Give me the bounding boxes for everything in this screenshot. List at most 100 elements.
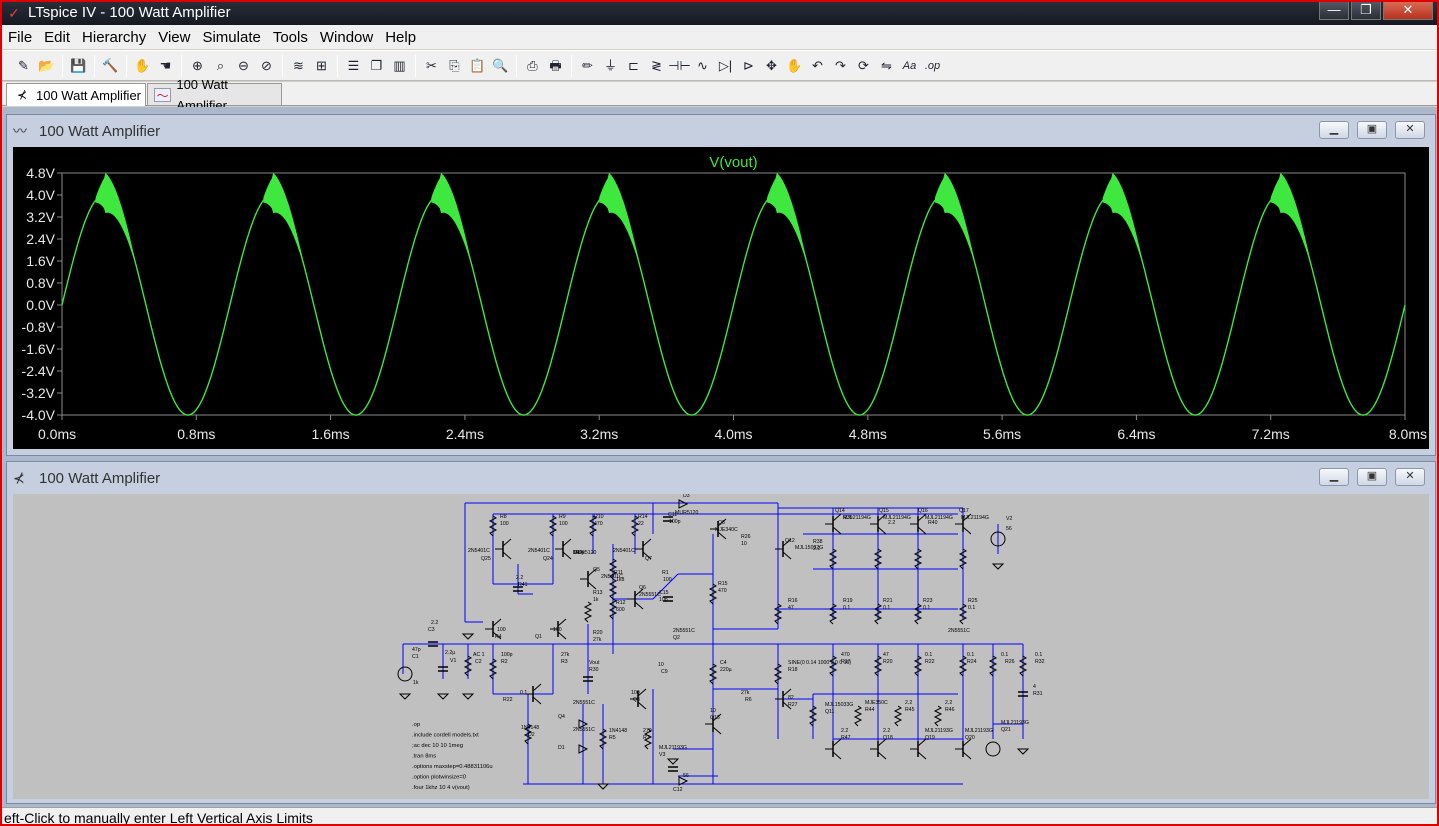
waveform-window-titlebar[interactable]: 〰 100 Watt Amplifier: [7, 115, 1435, 147]
component-label[interactable]: Q3: [633, 697, 640, 703]
component-label[interactable]: R39: [843, 515, 853, 521]
component-label[interactable]: 2.2: [905, 700, 912, 706]
component-label[interactable]: Q2: [673, 635, 680, 641]
component-icon[interactable]: ⊳: [737, 55, 760, 77]
component-label[interactable]: Q6: [639, 585, 646, 591]
open-icon[interactable]: 📂: [35, 55, 58, 77]
component-label[interactable]: 2.2: [841, 728, 848, 734]
schematic-window-titlebar[interactable]: ⊀ 100 Watt Amplifier: [7, 462, 1435, 494]
component-label[interactable]: Q5: [593, 567, 600, 573]
component-label[interactable]: C12: [673, 787, 683, 793]
component-label[interactable]: 0.1: [925, 652, 932, 658]
waveform-close-button[interactable]: ✕: [1395, 121, 1425, 139]
spice-directive[interactable]: .option plotwinsize=0: [412, 775, 466, 781]
spice-directive[interactable]: .four 1khz 10 4 v(vout): [412, 785, 470, 791]
component-label[interactable]: R14: [638, 514, 648, 520]
autorange-icon[interactable]: ≋: [287, 55, 310, 77]
resistor-symbol[interactable]: [933, 705, 943, 727]
y-tick-label[interactable]: -2.4V: [22, 363, 56, 379]
component-label[interactable]: 1k: [593, 597, 599, 603]
component-label[interactable]: 100: [631, 690, 640, 696]
y-tick-label[interactable]: -1.6V: [22, 341, 56, 357]
resistor-symbol[interactable]: [913, 603, 923, 625]
menu-hierarchy[interactable]: Hierarchy: [76, 29, 152, 46]
component-label[interactable]: R19: [843, 598, 853, 604]
component-label[interactable]: 0.1: [843, 605, 850, 611]
component-label[interactable]: 100: [500, 521, 509, 527]
tab-schematic[interactable]: ⊀ 100 Watt Amplifier: [6, 83, 146, 106]
component-label[interactable]: R47: [841, 735, 851, 741]
menu-simulate[interactable]: Simulate: [196, 29, 266, 46]
component-label[interactable]: 0.1: [1001, 652, 1008, 658]
component-label[interactable]: AC 1: [473, 652, 485, 658]
component-label[interactable]: 100p: [669, 519, 681, 525]
component-label[interactable]: 100: [663, 577, 672, 583]
drag-icon[interactable]: ✋: [783, 55, 806, 77]
component-label[interactable]: R17: [841, 659, 851, 665]
component-label[interactable]: R16: [788, 598, 798, 604]
spice-directive[interactable]: .op: [412, 722, 420, 728]
undo-icon[interactable]: ↶: [806, 55, 829, 77]
component-label[interactable]: Q11: [825, 709, 835, 715]
component-label[interactable]: Q20: [965, 735, 975, 741]
component-label[interactable]: R10: [594, 514, 604, 520]
component-label[interactable]: MUR5120: [573, 550, 596, 556]
component-label[interactable]: R46: [945, 707, 955, 713]
x-tick-label[interactable]: 2.4ms: [446, 426, 484, 442]
component-label[interactable]: 47: [788, 605, 794, 611]
spice-directive[interactable]: .include cordell models.txt: [412, 733, 479, 739]
y-tick-label[interactable]: 3.2V: [26, 209, 55, 225]
component-label[interactable]: R25: [968, 598, 978, 604]
waveform-plot[interactable]: V(vout) 4.8V 4.0V 3.2V 2.4V 1.6V 0.8V 0.0V -0.8V…: [13, 147, 1429, 449]
component-label[interactable]: 1N4148: [521, 725, 539, 731]
y-tick-label[interactable]: -0.8V: [22, 319, 56, 335]
component-label[interactable]: 0.1: [1035, 652, 1042, 658]
component-label[interactable]: C1: [412, 654, 419, 660]
component-label[interactable]: 56: [683, 773, 689, 779]
component-label[interactable]: 2N5551C: [673, 628, 695, 634]
component-label[interactable]: C2: [475, 659, 482, 665]
text-icon[interactable]: Aa: [898, 55, 921, 77]
component-label[interactable]: 0.1: [967, 652, 974, 658]
cascade-icon[interactable]: ❐: [365, 55, 388, 77]
component-label[interactable]: 2.2µ: [445, 650, 455, 656]
schematic-canvas[interactable]: D3 MUR5120 C11 100p Q8 MJE340C R26 10 Q12 MJL1503…: [13, 494, 1429, 799]
x-tick-label[interactable]: 7.2ms: [1252, 426, 1290, 442]
x-tick-label[interactable]: 0.8ms: [177, 426, 215, 442]
y-tick-label[interactable]: 0.8V: [26, 275, 55, 291]
component-label[interactable]: D2: [528, 732, 535, 738]
component-label[interactable]: 2.2: [945, 700, 952, 706]
minimize-button[interactable]: —: [1319, 0, 1349, 20]
component-label[interactable]: Q18: [883, 735, 893, 741]
halt-icon[interactable]: ✋: [131, 55, 154, 77]
trace-label[interactable]: V(vout): [709, 154, 757, 171]
y-tick-label[interactable]: -4.0V: [22, 407, 56, 423]
print-preview-icon[interactable]: 🖶: [544, 55, 567, 77]
component-label[interactable]: D1: [558, 745, 565, 751]
component-label[interactable]: Q8: [718, 520, 725, 526]
diode-icon[interactable]: ▷|: [714, 55, 737, 77]
component-label[interactable]: R31: [1033, 691, 1043, 697]
capacitor-icon[interactable]: ⊣⊢: [668, 55, 691, 77]
title-bar[interactable]: ✓ LTspice IV - 100 Watt Amplifier — ❐ ✕: [0, 0, 1439, 25]
menu-help[interactable]: Help: [379, 29, 422, 46]
menu-window[interactable]: Window: [314, 29, 379, 46]
tile-horizontal-icon[interactable]: ☰: [342, 55, 365, 77]
component-label[interactable]: R8: [500, 514, 507, 520]
control-panel-icon[interactable]: 🔨: [99, 55, 122, 77]
component-label[interactable]: R9: [559, 514, 566, 520]
component-label[interactable]: 2.2: [516, 575, 523, 581]
restore-button[interactable]: ❐: [1351, 0, 1381, 20]
spice-directive[interactable]: ;ac dec 10 10 1meg: [412, 743, 463, 749]
resistor-icon[interactable]: ≷: [645, 55, 668, 77]
x-tick-label[interactable]: 3.2ms: [580, 426, 618, 442]
component-label[interactable]: Q1: [535, 634, 542, 640]
component-label[interactable]: 2N5401C: [528, 548, 550, 554]
component-label[interactable]: 470: [594, 521, 603, 527]
component-label[interactable]: R22: [503, 697, 513, 703]
component-label[interactable]: MJL21193G: [925, 728, 953, 734]
component-label[interactable]: Vout: [589, 660, 600, 666]
redo-icon[interactable]: ↷: [829, 55, 852, 77]
x-tick-label[interactable]: 8.0ms: [1389, 426, 1427, 442]
component-label[interactable]: 220µ: [720, 667, 732, 673]
